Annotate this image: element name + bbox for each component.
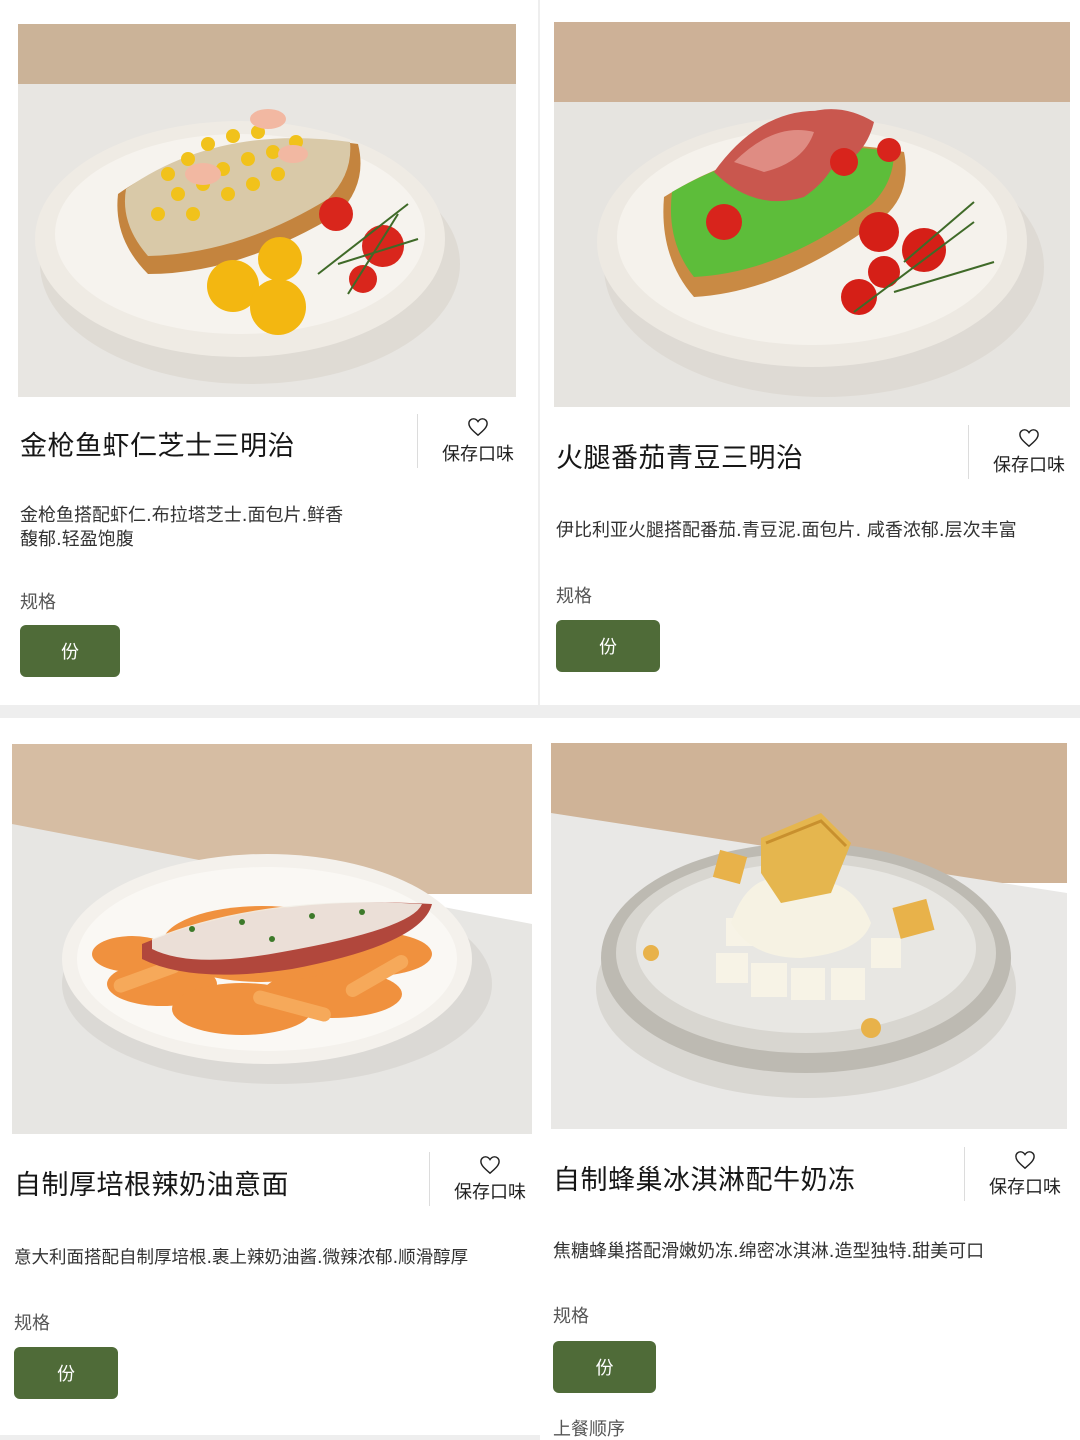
spec-label: 规格 xyxy=(553,1306,589,1327)
save-taste-button[interactable]: 保存口味 xyxy=(440,1155,540,1204)
save-taste-button[interactable]: 保存口味 xyxy=(975,1150,1075,1199)
divider xyxy=(968,425,969,479)
dish-card-bacon-pasta: 自制厚培根辣奶油意面 保存口味 意大利面搭配自制厚培根.裹上辣奶油酱.微辣浓郁.… xyxy=(0,718,540,1435)
save-taste-button[interactable]: 保存口味 xyxy=(979,428,1079,477)
dish-card-honeycomb-icecream: 自制蜂巢冰淇淋配牛奶冻 保存口味 焦糖蜂巢搭配滑嫩奶冻.绵密冰淇淋.造型独特.甜… xyxy=(540,718,1080,1440)
heart-icon xyxy=(468,418,488,437)
heart-icon xyxy=(1019,429,1039,448)
dish-title: 自制蜂巢冰淇淋配牛奶冻 xyxy=(553,1165,856,1196)
heart-icon xyxy=(1015,1151,1035,1170)
save-taste-label: 保存口味 xyxy=(454,1182,526,1203)
dish-description: 金枪鱼搭配虾仁.布拉塔芝士.面包片.鲜香馥郁.轻盈饱腹 xyxy=(20,505,344,550)
spec-label: 规格 xyxy=(14,1313,50,1334)
dish-card-tuna-sandwich: 金枪鱼虾仁芝士三明治 保存口味 金枪鱼搭配虾仁.布拉塔芝士.面包片.鲜香馥郁.轻… xyxy=(0,0,538,705)
dish-title: 金枪鱼虾仁芝士三明治 xyxy=(20,431,295,462)
save-taste-label: 保存口味 xyxy=(993,455,1065,476)
spec-option-button[interactable]: 份 xyxy=(553,1341,656,1393)
dish-photo-bacon-pasta[interactable] xyxy=(12,744,532,1134)
save-taste-label: 保存口味 xyxy=(989,1177,1061,1198)
divider xyxy=(964,1147,965,1201)
dish-card-ham-sandwich: 火腿番茄青豆三明治 保存口味 伊比利亚火腿搭配番茄.青豆泥.面包片. 咸香浓郁.… xyxy=(540,0,1080,705)
serving-order-label: 上餐顺序 xyxy=(553,1419,625,1440)
dish-title: 自制厚培根辣奶油意面 xyxy=(14,1170,289,1201)
dish-description: 伊比利亚火腿搭配番茄.青豆泥.面包片. 咸香浓郁.层次丰富 xyxy=(556,520,1017,541)
spec-label: 规格 xyxy=(556,586,592,607)
dish-photo-honeycomb-icecream[interactable] xyxy=(551,743,1067,1129)
spec-option-button[interactable]: 份 xyxy=(556,620,660,672)
dish-title: 火腿番茄青豆三明治 xyxy=(556,443,804,474)
spec-option-button[interactable]: 份 xyxy=(14,1347,118,1399)
save-taste-button[interactable]: 保存口味 xyxy=(428,417,528,466)
dish-photo-ham-sandwich[interactable] xyxy=(554,22,1070,407)
dish-photo-tuna-sandwich[interactable] xyxy=(18,24,516,397)
divider xyxy=(417,414,418,468)
dish-description: 焦糖蜂巢搭配滑嫩奶冻.绵密冰淇淋.造型独特.甜美可口 xyxy=(553,1241,985,1262)
heart-icon xyxy=(480,1156,500,1175)
spec-label: 规格 xyxy=(20,592,56,613)
dish-description: 意大利面搭配自制厚培根.裹上辣奶油酱.微辣浓郁.顺滑醇厚 xyxy=(14,1248,469,1268)
divider xyxy=(429,1152,430,1206)
spec-option-button[interactable]: 份 xyxy=(20,625,120,677)
save-taste-label: 保存口味 xyxy=(442,444,514,465)
